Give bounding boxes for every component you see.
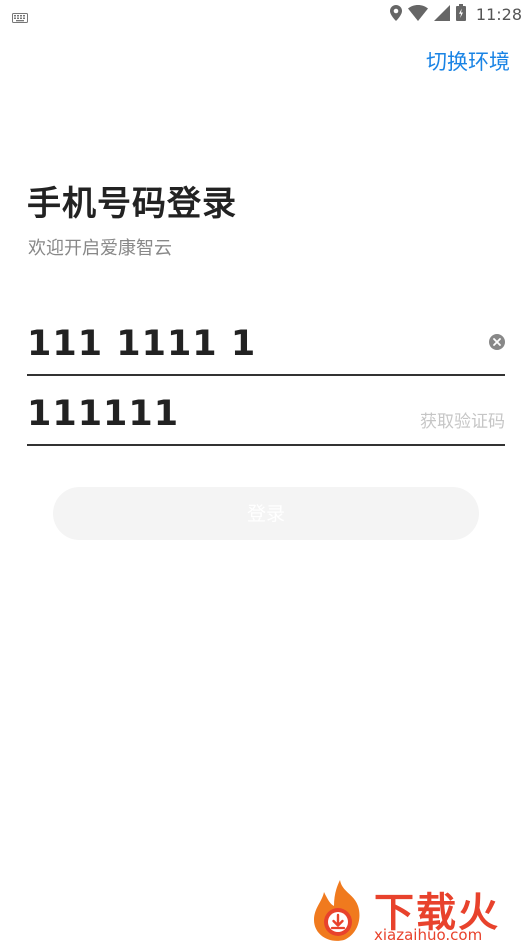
page-subtitle: 欢迎开启爱康智云: [28, 238, 172, 259]
switch-environment-button[interactable]: 切换环境: [426, 46, 510, 76]
wifi-icon: [407, 4, 428, 25]
status-bar: 11:28: [0, 0, 532, 28]
watermark: 下载火 xiazaihuo.com: [308, 876, 528, 946]
page-title: 手机号码登录: [27, 184, 237, 224]
status-time: 11:28: [475, 5, 522, 24]
login-button[interactable]: 登录: [53, 487, 479, 540]
battery-icon: [455, 4, 466, 25]
signal-icon: [433, 4, 450, 25]
get-code-button[interactable]: 获取验证码: [420, 407, 505, 432]
keyboard-icon: [12, 8, 28, 27]
status-left: [12, 8, 28, 27]
location-icon: [389, 4, 402, 25]
watermark-text-en: xiazaihuo.com: [374, 926, 483, 944]
phone-input[interactable]: [27, 318, 407, 370]
verification-code-input[interactable]: [27, 388, 407, 440]
clear-icon[interactable]: [489, 334, 505, 350]
phone-field-container: [27, 318, 505, 376]
code-field-container: 获取验证码: [27, 388, 505, 446]
flame-logo-icon: [308, 878, 372, 948]
status-right: 11:28: [389, 4, 522, 25]
